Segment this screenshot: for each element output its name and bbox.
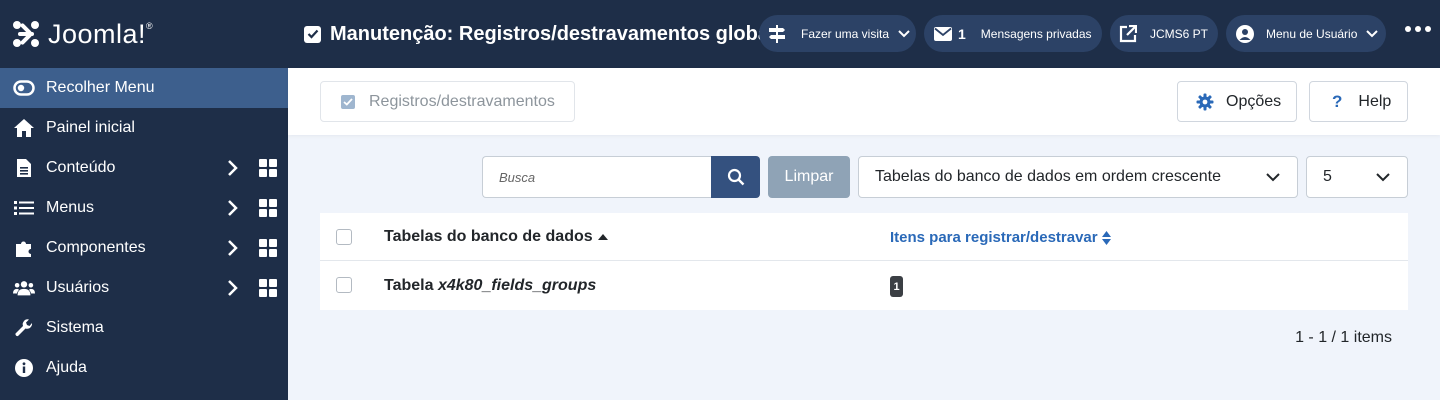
more-options-icon[interactable] xyxy=(1405,26,1431,32)
table-row: Tabela x4k80_fields_groups 1 xyxy=(320,261,1408,310)
select-all-checkbox[interactable] xyxy=(336,229,352,245)
gear-icon xyxy=(1196,93,1214,110)
signpost-icon xyxy=(766,24,788,44)
items-count-badge: 1 xyxy=(890,276,903,297)
search-button[interactable] xyxy=(711,156,760,198)
guided-tour-button[interactable]: Fazer uma visita xyxy=(759,15,916,52)
file-icon xyxy=(13,157,35,179)
envelope-icon xyxy=(934,26,952,41)
column-header-db-tables[interactable]: Tabelas do banco de dados xyxy=(384,228,608,246)
joomla-logo[interactable]: Joomla!® xyxy=(0,0,288,68)
dashboard-grid-icon[interactable] xyxy=(259,199,277,217)
limit-select[interactable]: 5 xyxy=(1306,156,1408,198)
puzzle-icon xyxy=(13,237,35,259)
checkbox-icon xyxy=(341,94,355,109)
help-button[interactable]: ? Help xyxy=(1309,81,1408,122)
sidebar: Joomla!® Recolher Menu Painel inicial Co… xyxy=(0,0,288,400)
sidebar-item-label: Painel inicial xyxy=(46,119,135,136)
joomla-logo-icon xyxy=(13,21,39,47)
chevron-down-icon xyxy=(1366,29,1379,37)
chevron-down-icon xyxy=(1249,157,1297,197)
info-icon xyxy=(13,357,35,379)
user-circle-icon xyxy=(1235,24,1255,44)
sidebar-item-home[interactable]: Painel inicial xyxy=(0,108,288,148)
user-menu-button[interactable]: Menu de Usuário xyxy=(1226,15,1386,52)
sidebar-item-collapse-menu[interactable]: Recolher Menu xyxy=(0,68,288,108)
chevron-right-icon[interactable] xyxy=(226,279,240,297)
chevron-down-icon xyxy=(898,29,910,37)
database-tables-table: Tabelas do banco de dados Itens para reg… xyxy=(320,213,1408,310)
wrench-icon xyxy=(13,317,35,339)
search-input[interactable] xyxy=(482,156,711,198)
checkbox-icon xyxy=(304,25,321,43)
list-icon xyxy=(13,197,35,219)
dashboard-grid-icon[interactable] xyxy=(259,279,277,297)
sidebar-item-label: Usuários xyxy=(46,279,110,296)
search-bar xyxy=(482,156,760,198)
chevron-right-icon[interactable] xyxy=(226,239,240,257)
toolbar: Registros/destravamentos Opções ? Help xyxy=(288,68,1440,135)
column-header-items[interactable]: Itens para registrar/destravar xyxy=(890,229,1111,246)
users-icon xyxy=(13,277,35,299)
table-name-cell[interactable]: Tabela x4k80_fields_groups xyxy=(384,277,596,295)
sort-select[interactable]: Tabelas do banco de dados em ordem cresc… xyxy=(858,156,1298,198)
toggle-icon xyxy=(13,77,35,99)
sidebar-item-label: Conteúdo xyxy=(46,159,116,176)
sort-icon xyxy=(1101,230,1111,245)
sidebar-item-label: Ajuda xyxy=(46,359,87,376)
sidebar-item-help[interactable]: Ajuda xyxy=(0,348,288,388)
sidebar-item-label: Menus xyxy=(46,199,95,216)
sort-asc-icon xyxy=(597,234,608,240)
page-title: Manutenção: Registros/destravamentos glo… xyxy=(304,23,786,46)
clear-button[interactable]: Limpar xyxy=(768,156,850,198)
sidebar-item-label: Recolher Menu xyxy=(46,79,155,96)
sidebar-item-label: Componentes xyxy=(46,239,146,256)
sidebar-item-system[interactable]: Sistema xyxy=(0,308,288,348)
checkin-button[interactable]: Registros/destravamentos xyxy=(320,81,575,122)
sidebar-item-label: Sistema xyxy=(46,319,104,336)
row-checkbox[interactable] xyxy=(336,277,352,293)
messages-count: 1 xyxy=(958,25,966,42)
chevron-right-icon[interactable] xyxy=(226,159,240,177)
chevron-down-icon xyxy=(1359,157,1407,197)
question-icon: ? xyxy=(1332,91,1343,111)
sidebar-item-users[interactable]: Usuários xyxy=(0,268,288,308)
home-icon xyxy=(13,117,35,139)
private-messages-button[interactable]: 1 Mensagens privadas xyxy=(924,15,1102,52)
table-header-row: Tabelas do banco de dados Itens para reg… xyxy=(320,213,1408,261)
header: Manutenção: Registros/destravamentos glo… xyxy=(288,0,1440,68)
options-button[interactable]: Opções xyxy=(1177,81,1297,122)
sidebar-item-content[interactable]: Conteúdo xyxy=(0,148,288,188)
dashboard-grid-icon[interactable] xyxy=(259,239,277,257)
external-link-icon xyxy=(1119,24,1137,43)
search-icon xyxy=(727,168,744,186)
sidebar-item-menus[interactable]: Menus xyxy=(0,188,288,228)
dashboard-grid-icon[interactable] xyxy=(259,159,277,177)
brand-name: Joomla!® xyxy=(48,18,154,49)
sidebar-item-components[interactable]: Componentes xyxy=(0,228,288,268)
site-link-button[interactable]: JCMS6 PT xyxy=(1110,15,1218,52)
chevron-right-icon[interactable] xyxy=(226,199,240,217)
pagination-summary: 1 - 1 / 1 items xyxy=(1295,329,1392,346)
